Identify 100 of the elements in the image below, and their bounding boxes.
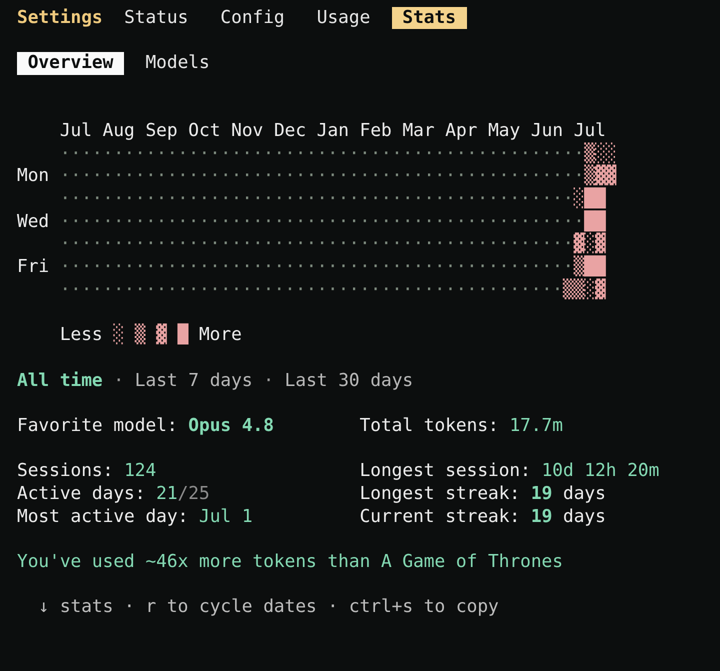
empty-day-dot: · <box>210 188 220 211</box>
activity-cell-text: █ <box>594 188 606 210</box>
empty-day-dot: · <box>145 188 156 211</box>
empty-day-dot: · <box>327 188 338 211</box>
empty-day-dot: · <box>445 142 456 166</box>
empty-day-dot: · <box>402 210 414 234</box>
activity-cell-text: █ <box>584 210 595 232</box>
empty-day-dot: · <box>231 165 242 188</box>
period-option[interactable]: Last 7 days <box>134 370 253 392</box>
empty-day-dot: · <box>456 142 467 166</box>
activity-cell-text: █ <box>594 256 606 278</box>
empty-day-dot: · <box>424 233 434 256</box>
empty-day-dot: · <box>360 188 370 211</box>
empty-day-dot: · <box>274 256 285 279</box>
tab[interactable]: Stats <box>392 6 467 30</box>
empty-day-dot: · <box>498 142 510 166</box>
activity-cell: ░ <box>584 278 595 302</box>
empty-day-dot: · <box>316 256 328 279</box>
empty-day-dot: · <box>445 256 456 279</box>
stat-value: 19 <box>530 483 552 506</box>
empty-day-dot: · <box>392 278 402 302</box>
empty-day-dot: · <box>178 165 188 188</box>
empty-day-dot: · <box>284 233 296 256</box>
empty-day-dot: · <box>220 233 232 256</box>
subtab[interactable]: Models <box>134 52 220 75</box>
empty-day-dot: · <box>509 278 520 302</box>
empty-day-dot: · <box>380 165 392 188</box>
empty-day-dot: · <box>113 165 124 188</box>
activity-cell: ▒ <box>574 278 584 302</box>
empty-day-dot: · <box>488 188 499 211</box>
empty-day-dot: · <box>156 256 167 279</box>
empty-day-dot: · <box>456 188 467 211</box>
empty-day-dot: · <box>263 142 274 166</box>
empty-day-dot: · <box>252 233 264 256</box>
legend-swatch: ░ <box>113 324 124 347</box>
tab[interactable]: Status <box>113 6 199 30</box>
empty-day-dot: · <box>178 142 188 166</box>
empty-day-dot: · <box>231 278 242 302</box>
stat-value: 124 <box>124 460 156 484</box>
empty-day-dot: · <box>198 256 210 279</box>
empty-day-dot: · <box>530 165 542 188</box>
tab[interactable]: Usage <box>306 6 381 30</box>
empty-day-dot: · <box>210 278 220 302</box>
empty-day-dot: · <box>509 165 520 188</box>
empty-day-dot: · <box>327 256 338 279</box>
empty-day-dot: · <box>541 256 552 279</box>
empty-day-dot: · <box>327 278 338 302</box>
empty-day-dot: · <box>92 233 103 256</box>
subtab[interactable]: Overview <box>17 52 124 75</box>
period-option[interactable]: Last 30 days <box>284 370 414 392</box>
empty-day-dot: · <box>252 278 264 302</box>
empty-day-dot: · <box>466 256 478 279</box>
empty-day-dot: · <box>456 233 467 256</box>
empty-day-dot: · <box>284 278 296 302</box>
empty-day-dot: · <box>188 142 199 166</box>
empty-day-dot: · <box>263 210 274 234</box>
empty-day-dot: · <box>424 188 434 211</box>
period-option[interactable]: All time <box>17 370 103 392</box>
settings-title: Settings <box>17 6 103 30</box>
empty-day-dot: · <box>413 188 424 211</box>
empty-day-dot: · <box>81 256 92 279</box>
empty-day-dot: · <box>306 142 317 166</box>
empty-day-dot: · <box>424 278 434 302</box>
stat-label: Longest streak: <box>360 483 520 506</box>
empty-day-dot: · <box>520 142 531 166</box>
empty-day-dot: · <box>552 210 563 234</box>
empty-day-dot: · <box>70 233 82 256</box>
empty-day-dot: · <box>134 165 146 188</box>
month-label: Mar <box>402 120 435 143</box>
empty-day-dot: · <box>178 233 188 256</box>
empty-day-dot: · <box>92 256 103 279</box>
empty-day-dot: · <box>530 142 542 166</box>
empty-day-dot: · <box>477 256 488 279</box>
empty-day-dot: · <box>188 188 199 211</box>
weekday-label: Wed <box>17 210 50 232</box>
empty-day-dot: · <box>231 188 242 211</box>
tab[interactable]: Config <box>210 6 296 30</box>
empty-day-dot: · <box>231 210 242 234</box>
unit-label: days <box>562 506 606 528</box>
empty-day-dot: · <box>284 210 296 234</box>
empty-day-dot: · <box>360 210 370 234</box>
activity-cell-text: █ <box>584 188 595 210</box>
empty-day-dot: · <box>552 278 563 302</box>
empty-day-dot: · <box>60 165 71 188</box>
empty-day-dot: · <box>124 256 135 279</box>
empty-day-dot: · <box>198 210 210 234</box>
empty-day-dot: · <box>60 278 71 302</box>
stat-label: Current streak: <box>360 506 520 528</box>
empty-day-dot: · <box>113 210 124 234</box>
empty-day-dot: · <box>338 188 349 211</box>
empty-day-dot: · <box>338 256 349 279</box>
empty-day-dot: · <box>392 233 402 256</box>
fun-fact: You've used ~46x more tokens than A Game of Thrones <box>17 551 563 574</box>
empty-day-dot: · <box>402 165 414 188</box>
empty-day-dot: · <box>562 233 574 256</box>
stat-value: Opus 4.8 <box>188 414 274 438</box>
empty-day-dot: · <box>456 278 467 302</box>
empty-day-dot: · <box>552 188 563 211</box>
empty-day-dot: · <box>263 233 274 256</box>
empty-day-dot: · <box>220 142 232 166</box>
